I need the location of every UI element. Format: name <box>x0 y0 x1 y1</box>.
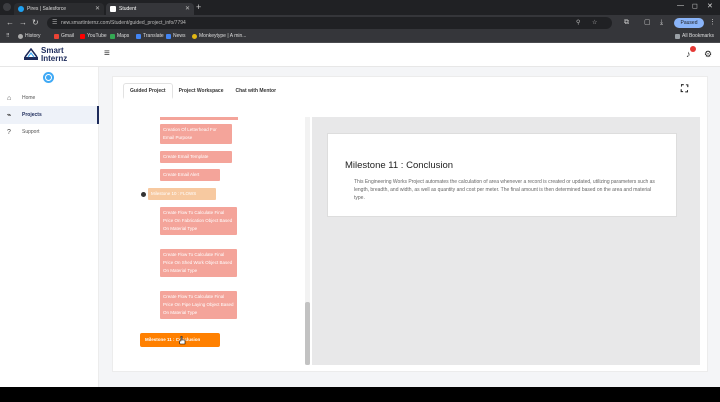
milestone-step[interactable]: Creation Of Letterhead For Email Purpose <box>160 124 232 144</box>
bookmark-youtube[interactable]: YouTube <box>80 33 107 39</box>
browser-tab-salesforce[interactable]: Pires | Salesforce ✕ <box>14 3 104 15</box>
browser-tab-student[interactable]: Student ✕ <box>106 3 194 15</box>
page-favicon-icon <box>110 6 116 12</box>
new-tab-button[interactable]: + <box>196 3 201 12</box>
bookmark-news[interactable]: News <box>166 33 186 39</box>
milestone-scrollbar[interactable] <box>305 117 310 365</box>
tab-chat-with-mentor[interactable]: Chat with Mentor <box>230 83 283 99</box>
salesforce-favicon-icon <box>18 6 24 12</box>
home-icon: ⌂ <box>7 94 12 102</box>
all-bookmarks[interactable]: All Bookmarks <box>675 33 714 39</box>
profile-button[interactable]: Paused <box>674 18 704 28</box>
notification-bell-icon[interactable]: ♪ <box>686 46 696 59</box>
bookmark-translate[interactable]: Translate <box>136 33 164 39</box>
menu-toggle-icon[interactable]: ≡ <box>104 48 110 59</box>
bookmarks-bar: ⠿ History Gmail YouTube Maps Translate N… <box>0 31 720 43</box>
scrollbar-thumb[interactable] <box>305 302 310 365</box>
sidebar-item-support[interactable]: ? Support <box>0 123 99 141</box>
extensions-icon[interactable]: ⧉ <box>624 18 629 28</box>
milestone-heading[interactable]: Milestone 10 : FLOWS <box>148 188 216 200</box>
bookmark-maps[interactable]: Maps <box>110 33 129 39</box>
close-tab-icon[interactable]: ✕ <box>185 5 190 12</box>
project-tabs: Guided Project Project Workspace Chat wi… <box>123 83 282 99</box>
milestone-bullet <box>141 192 146 197</box>
sidebar-item-label: Support <box>22 129 40 135</box>
history-icon <box>18 33 23 39</box>
milestone-description: This Engineering Works Project automates… <box>354 179 655 201</box>
settings-gear-icon[interactable]: ⚙ <box>704 49 712 60</box>
logo-text: Smart Internz <box>41 46 68 63</box>
download-icon[interactable]: ⤓ <box>660 18 663 28</box>
help-icon: ? <box>7 128 11 136</box>
url-text: new.smartinternz.com/Student/guided_proj… <box>61 20 186 26</box>
news-icon <box>166 33 171 39</box>
sidebar-item-projects[interactable]: ⌁ Projects <box>0 106 99 124</box>
close-tab-icon[interactable]: ✕ <box>95 5 100 12</box>
bookmark-history[interactable]: History <box>18 33 41 39</box>
browser-menu-icon[interactable]: ⋮ <box>709 18 716 28</box>
milestone-title: Milestone 11 : Conclusion <box>345 160 454 171</box>
forward-icon[interactable]: → <box>19 18 27 28</box>
browser-tab-strip: Pires | Salesforce ✕ Student ✕ + — ◻ ✕ <box>0 0 720 15</box>
maximize-icon[interactable]: ◻ <box>692 2 698 10</box>
sidebar-item-label: Home <box>22 95 36 101</box>
projects-icon: ⌁ <box>7 112 12 119</box>
tab-search-icon[interactable] <box>3 3 11 11</box>
bottom-bar <box>0 387 720 402</box>
milestone-step[interactable]: Create Flow To Calculate Final Price On … <box>160 207 237 235</box>
sidebar: ⌂ Home ⌁ Projects ? Support <box>0 67 99 387</box>
milestone-step[interactable]: Create Flow To Calculate Final Price On … <box>160 291 237 319</box>
maps-icon <box>110 33 115 39</box>
sidebar-icon[interactable]: ▢ <box>644 18 651 28</box>
bookmark-star-icon[interactable]: ☆ <box>592 17 597 29</box>
bookmark-monkeytype[interactable]: Monkeytype | A min... <box>192 33 246 39</box>
site-info-icon[interactable]: ☰ <box>52 19 57 26</box>
back-icon[interactable]: ← <box>6 18 14 28</box>
browser-tab-title: Student <box>119 6 137 12</box>
apps-icon[interactable]: ⠿ <box>6 33 10 39</box>
hand-cursor-icon <box>179 336 186 345</box>
reload-icon[interactable]: ↻ <box>32 18 39 28</box>
milestone-content-box: Milestone 11 : Conclusion This Engineeri… <box>327 133 677 217</box>
milestone-step[interactable]: Create Email Template <box>160 151 232 163</box>
browser-tab-title: Pires | Salesforce <box>27 6 67 12</box>
fullscreen-icon[interactable]: ⛶ <box>681 84 688 95</box>
minimize-icon[interactable]: — <box>677 2 684 9</box>
tab-project-workspace[interactable]: Project Workspace <box>173 83 230 99</box>
youtube-icon <box>80 33 85 39</box>
milestone-content-pane: Milestone 11 : Conclusion This Engineeri… <box>312 117 700 365</box>
milestone-step[interactable]: Create Email Alert <box>160 169 220 181</box>
address-bar[interactable]: ☰ new.smartinternz.com/Student/guided_pr… <box>47 17 612 29</box>
milestone-list: Creation Of Letterhead For Email Purpose… <box>113 114 299 364</box>
guided-project-card: Guided Project Project Workspace Chat wi… <box>112 76 708 372</box>
milestone-step-partial[interactable] <box>160 117 238 120</box>
milestone-step[interactable]: Create Flow To Calculate Final Price On … <box>160 249 237 277</box>
user-avatar[interactable] <box>43 72 54 83</box>
smartinternz-logo-icon[interactable] <box>24 48 38 61</box>
folder-icon <box>675 33 680 39</box>
monkeytype-icon <box>192 33 197 39</box>
sidebar-item-label: Projects <box>22 112 42 118</box>
tab-guided-project[interactable]: Guided Project <box>123 83 173 99</box>
browser-toolbar: ← → ↻ ☰ new.smartinternz.com/Student/gui… <box>0 15 720 31</box>
zoom-icon[interactable]: ⚲ <box>576 17 580 29</box>
gmail-icon <box>54 33 59 39</box>
profile-label: Paused <box>680 20 698 26</box>
translate-icon <box>136 33 141 39</box>
bookmark-gmail[interactable]: Gmail <box>54 33 74 39</box>
sidebar-item-home[interactable]: ⌂ Home <box>0 89 99 107</box>
app-header: Smart Internz ≡ ♪ ⚙ <box>0 43 720 67</box>
notification-badge <box>690 46 696 52</box>
screen: Pires | Salesforce ✕ Student ✕ + — ◻ ✕ ←… <box>0 0 720 387</box>
close-window-icon[interactable]: ✕ <box>707 2 713 10</box>
